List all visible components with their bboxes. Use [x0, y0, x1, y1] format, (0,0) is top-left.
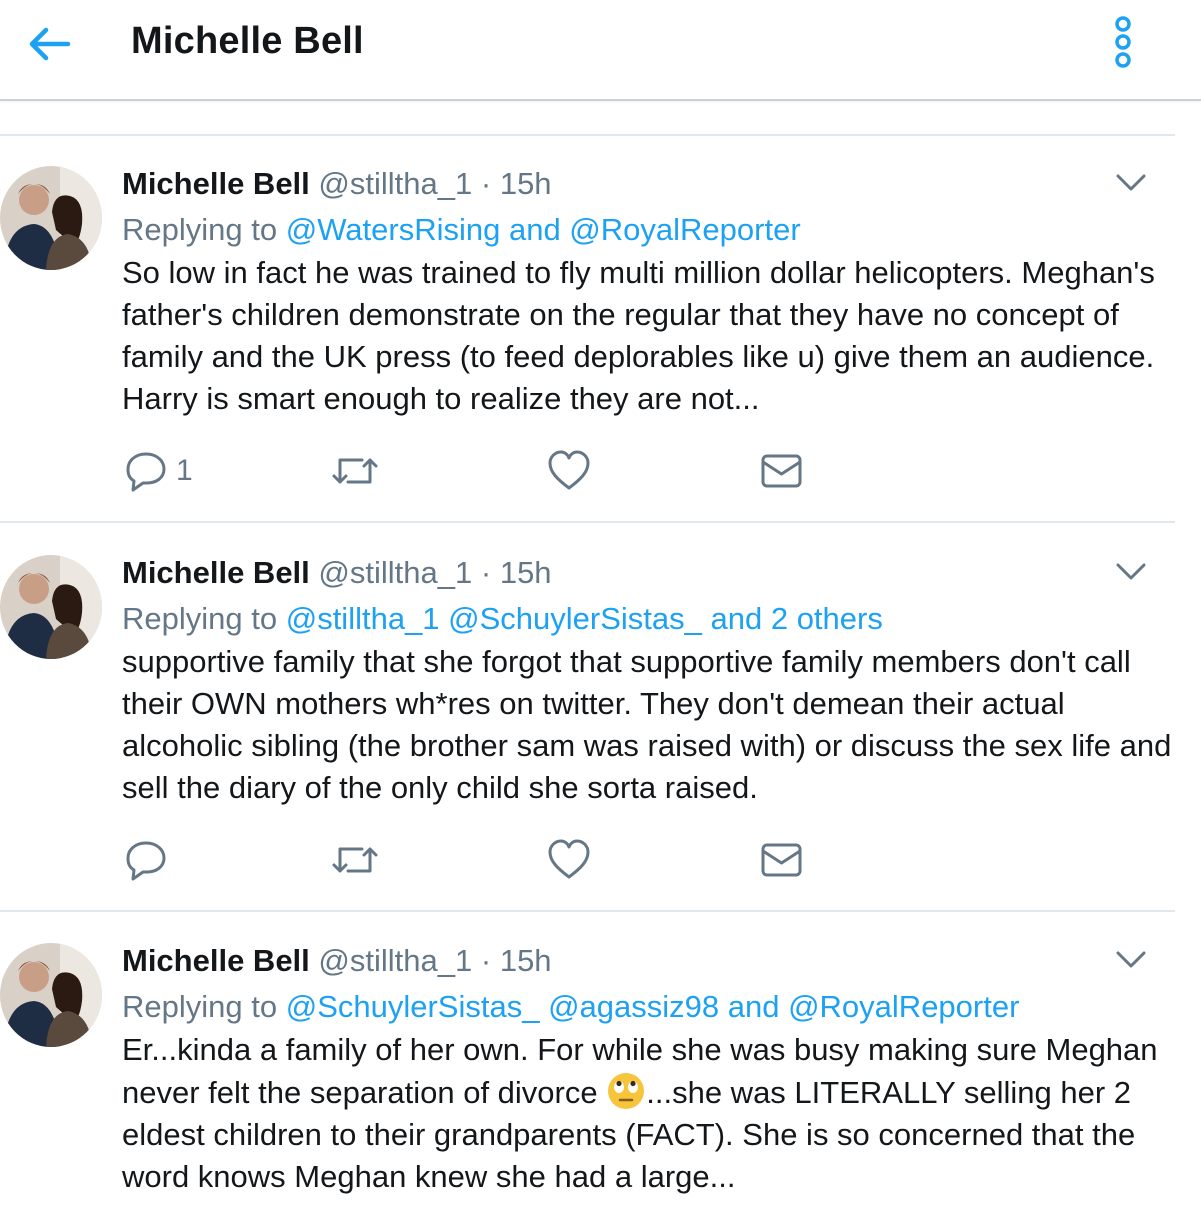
tweet-time[interactable]: 15h — [500, 555, 552, 590]
author-handle[interactable]: @stilltha_1 — [318, 555, 472, 590]
meta-separator: · — [480, 555, 492, 590]
page-title: Michelle Bell — [131, 20, 364, 62]
replying-to: Replying to @stilltha_1 @SchuylerSistas_… — [122, 601, 883, 637]
retweet-icon — [332, 458, 378, 484]
direct-message-button[interactable] — [760, 448, 804, 498]
chevron-down-icon — [1116, 174, 1146, 191]
tweet-menu-button[interactable] — [1114, 559, 1148, 585]
retweet-icon — [332, 847, 378, 873]
author-name[interactable]: Michelle Bell — [122, 166, 310, 201]
tweet[interactable]: Michelle Bell @stilltha_1 · 15h Replying… — [0, 555, 1201, 895]
tweet-text: supportive family that she forgot that s… — [122, 644, 1172, 805]
profile-photo-icon — [0, 166, 102, 270]
divider — [0, 910, 1175, 912]
retweet-button[interactable] — [330, 837, 380, 887]
back-arrow-icon — [29, 27, 71, 61]
replying-to-mentions[interactable]: @stilltha_1 @SchuylerSistas_ and 2 other… — [286, 601, 883, 636]
tweet-time[interactable]: 15h — [500, 166, 552, 201]
tweet-time[interactable]: 15h — [500, 943, 552, 978]
replying-to-label: Replying to — [122, 989, 278, 1024]
heart-icon — [548, 450, 590, 490]
back-button[interactable] — [22, 22, 74, 66]
replying-to: Replying to @WatersRising and @RoyalRepo… — [122, 212, 801, 248]
tweet-actions: 1 — [0, 448, 1201, 498]
author-handle[interactable]: @stilltha_1 — [318, 943, 472, 978]
meta-separator: · — [480, 943, 492, 978]
chevron-down-icon — [1116, 951, 1146, 968]
avatar[interactable] — [0, 555, 102, 659]
profile-photo-icon — [0, 555, 102, 659]
tweet[interactable]: Michelle Bell @stilltha_1 · 15h Replying… — [0, 943, 1201, 1213]
tweet[interactable]: Michelle Bell @stilltha_1 · 15h Replying… — [0, 166, 1201, 506]
reply-icon — [126, 452, 166, 492]
more-options-button[interactable] — [1104, 14, 1142, 72]
reply-icon — [126, 841, 166, 881]
tweet-menu-button[interactable] — [1114, 170, 1148, 196]
divider — [0, 521, 1175, 523]
like-button[interactable] — [547, 837, 591, 887]
reply-button[interactable]: 1 — [124, 448, 204, 498]
replying-to: Replying to @SchuylerSistas_ @agassiz98 … — [122, 989, 1019, 1025]
retweet-button[interactable] — [330, 448, 380, 498]
face-with-rolling-eyes-icon — [606, 1071, 646, 1111]
chevron-down-icon — [1116, 563, 1146, 580]
avatar[interactable] — [0, 943, 102, 1047]
author-name[interactable]: Michelle Bell — [122, 555, 310, 590]
divider — [0, 134, 1175, 136]
like-button[interactable] — [547, 448, 591, 498]
replying-to-label: Replying to — [122, 212, 278, 247]
heart-icon — [548, 839, 590, 879]
tweet-menu-button[interactable] — [1114, 947, 1148, 973]
replying-to-mentions[interactable]: @SchuylerSistas_ @agassiz98 and @RoyalRe… — [286, 989, 1020, 1024]
more-vertical-icon — [1115, 16, 1131, 68]
tweet-text: So low in fact he was trained to fly mul… — [122, 255, 1155, 416]
reply-button[interactable] — [124, 837, 204, 887]
profile-photo-icon — [0, 943, 102, 1047]
top-app-bar: Michelle Bell — [0, 0, 1201, 101]
tweet-actions — [0, 837, 1201, 887]
tweet-header: Michelle Bell @stilltha_1 · 15h — [122, 555, 552, 591]
envelope-icon — [761, 454, 802, 488]
author-handle[interactable]: @stilltha_1 — [318, 166, 472, 201]
replying-to-label: Replying to — [122, 601, 278, 636]
envelope-icon — [761, 843, 802, 877]
direct-message-button[interactable] — [760, 837, 804, 887]
avatar[interactable] — [0, 166, 102, 270]
tweet-header: Michelle Bell @stilltha_1 · 15h — [122, 166, 552, 202]
tweet-header: Michelle Bell @stilltha_1 · 15h — [122, 943, 552, 979]
tweet-text: Er...kinda a family of her own. For whil… — [122, 1029, 1182, 1198]
reply-count: 1 — [176, 454, 193, 487]
meta-separator: · — [480, 166, 492, 201]
author-name[interactable]: Michelle Bell — [122, 943, 310, 978]
replying-to-mentions[interactable]: @WatersRising and @RoyalReporter — [286, 212, 801, 247]
